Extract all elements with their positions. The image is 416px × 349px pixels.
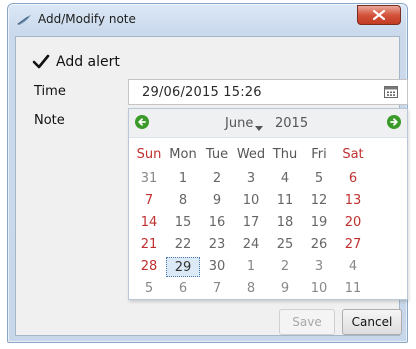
add-alert-label[interactable]: Add alert	[56, 54, 120, 70]
calendar-icon[interactable]	[384, 86, 398, 98]
next-month-button[interactable]	[387, 115, 401, 129]
calendar-day[interactable]: 16	[200, 213, 234, 233]
calendar-day[interactable]: 2	[268, 257, 302, 277]
arrow-left-icon	[138, 118, 146, 126]
calendar-day[interactable]: 1	[166, 169, 200, 189]
close-icon	[373, 10, 385, 20]
calendar-day[interactable]: 15	[166, 213, 200, 233]
calendar-day[interactable]: 17	[234, 213, 268, 233]
weekday-header: Sat	[342, 147, 364, 162]
calendar-day[interactable]: 7	[132, 191, 166, 211]
calendar-day[interactable]: 11	[336, 279, 370, 299]
calendar-day[interactable]: 10	[302, 279, 336, 299]
weekday-header: Thu	[272, 147, 298, 162]
prev-month-button[interactable]	[135, 115, 149, 129]
calendar-day[interactable]: 12	[302, 191, 336, 211]
time-input[interactable]: 29/06/2015 15:26	[128, 79, 408, 105]
calendar-day[interactable]: 20	[336, 213, 370, 233]
dialog-content: Add alert Time Note 29/06/2015 15:26 Jun…	[15, 36, 408, 336]
calendar-day[interactable]: 21	[132, 235, 166, 255]
calendar-day[interactable]: 8	[166, 191, 200, 211]
calendar-day[interactable]: 31	[132, 169, 166, 189]
time-value[interactable]: 29/06/2015 15:26	[142, 85, 262, 100]
calendar-day[interactable]: 4	[336, 257, 370, 277]
weekday-header: Wed	[236, 147, 266, 162]
title-bar: Add/Modify note	[8, 4, 407, 36]
calendar-day[interactable]: 9	[268, 279, 302, 299]
note-label: Note	[34, 113, 65, 128]
save-button[interactable]: Save	[279, 309, 335, 335]
calendar-day[interactable]: 4	[268, 169, 302, 189]
year-label[interactable]: 2015	[275, 116, 308, 131]
calendar-day[interactable]: 3	[302, 257, 336, 277]
calendar-day[interactable]: 26	[302, 235, 336, 255]
calendar-day-selected[interactable]: 29	[166, 257, 200, 277]
weekday-header: Sun	[136, 147, 162, 162]
calendar-day[interactable]: 11	[268, 191, 302, 211]
calendar-day[interactable]: 2	[200, 169, 234, 189]
calendar-day[interactable]: 6	[336, 169, 370, 189]
calendar-day[interactable]: 14	[132, 213, 166, 233]
calendar-day[interactable]: 27	[336, 235, 370, 255]
weekday-header: Mon	[169, 147, 197, 162]
time-label: Time	[34, 84, 66, 99]
calendar-day[interactable]: 7	[200, 279, 234, 299]
feather-note-icon	[17, 15, 31, 25]
calendar-day[interactable]: 18	[268, 213, 302, 233]
calendar-header: June 2015	[129, 109, 407, 138]
calendar-day[interactable]: 10	[234, 191, 268, 211]
calendar-day[interactable]: 1	[234, 257, 268, 277]
calendar-day[interactable]: 9	[200, 191, 234, 211]
calendar-day[interactable]: 19	[302, 213, 336, 233]
cancel-button[interactable]: Cancel	[342, 309, 402, 335]
arrow-right-icon	[390, 118, 398, 126]
calendar-day[interactable]: 5	[302, 169, 336, 189]
calendar-day[interactable]: 8	[234, 279, 268, 299]
calendar-day[interactable]: 25	[268, 235, 302, 255]
dialog-window: Add/Modify note Add alert Time Note 29/0…	[7, 3, 408, 343]
calendar-day[interactable]: 28	[132, 257, 166, 277]
close-button[interactable]	[357, 5, 401, 25]
calendar-day[interactable]: 23	[200, 235, 234, 255]
calendar-day[interactable]: 13	[336, 191, 370, 211]
calendar-day[interactable]: 24	[234, 235, 268, 255]
checkmark-icon[interactable]	[32, 54, 50, 70]
calendar-day[interactable]: 5	[132, 279, 166, 299]
window-title: Add/Modify note	[38, 12, 136, 26]
calendar-popup: June 2015 Sun Mon Tue Wed Thu Fri Sat 31 1 2 3 4 5 6 7…	[128, 108, 408, 300]
chevron-down-icon[interactable]	[255, 126, 263, 131]
weekday-header: Fri	[311, 147, 327, 162]
weekday-header: Tue	[205, 147, 229, 162]
calendar-day[interactable]: 3	[234, 169, 268, 189]
calendar-day[interactable]: 22	[166, 235, 200, 255]
calendar-day[interactable]: 30	[200, 257, 234, 277]
month-selector[interactable]: June	[225, 116, 253, 131]
calendar-day[interactable]: 6	[166, 279, 200, 299]
